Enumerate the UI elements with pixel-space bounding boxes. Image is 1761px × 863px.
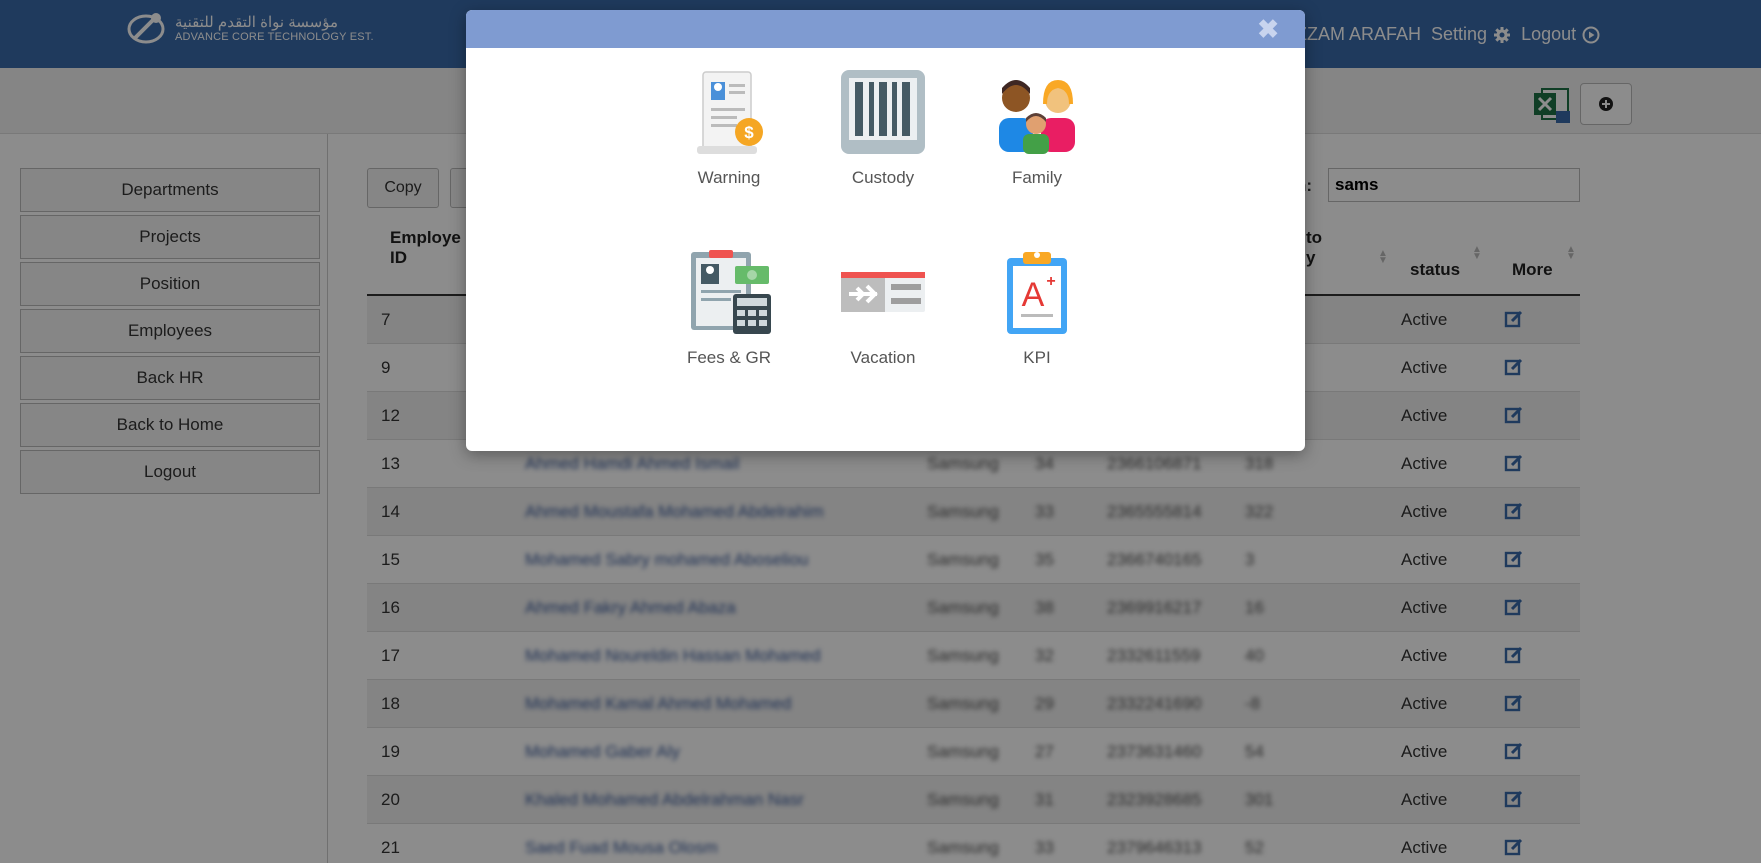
tile-label: KPI bbox=[1023, 348, 1051, 367]
tile-custody[interactable]: Custody bbox=[808, 68, 958, 188]
tile-vacation[interactable]: Vacation bbox=[808, 248, 958, 368]
grade-clipboard-icon: A + bbox=[1007, 252, 1067, 334]
tile-label: Fees & GR bbox=[686, 348, 772, 367]
close-icon[interactable]: ✖ bbox=[1257, 14, 1279, 45]
flight-ticket-icon bbox=[841, 272, 925, 312]
invoice-calculator-icon bbox=[691, 250, 771, 334]
tile-label: Vacation bbox=[850, 348, 916, 367]
tile-warning[interactable]: $ Warning bbox=[654, 68, 804, 188]
svg-text:A: A bbox=[1022, 276, 1045, 314]
payslip-icon: $ bbox=[697, 71, 763, 154]
tile-family[interactable]: Family bbox=[962, 68, 1112, 188]
tile-label: Warning bbox=[697, 168, 761, 187]
modal-header: ✖ bbox=[466, 10, 1305, 48]
tile-fees-gr[interactable]: Fees & GR bbox=[654, 248, 804, 368]
tile-kpi[interactable]: A + KPI bbox=[962, 248, 1112, 368]
svg-text:$: $ bbox=[744, 123, 754, 142]
tile-label: Custody bbox=[851, 168, 915, 187]
barcode-icon bbox=[841, 70, 925, 154]
family-icon bbox=[999, 80, 1075, 154]
svg-text:+: + bbox=[1046, 273, 1055, 290]
tile-label: Family bbox=[1011, 168, 1063, 187]
employee-actions-modal: ✖ $ Warning Custody Family Fees & GR Vac… bbox=[466, 10, 1305, 451]
